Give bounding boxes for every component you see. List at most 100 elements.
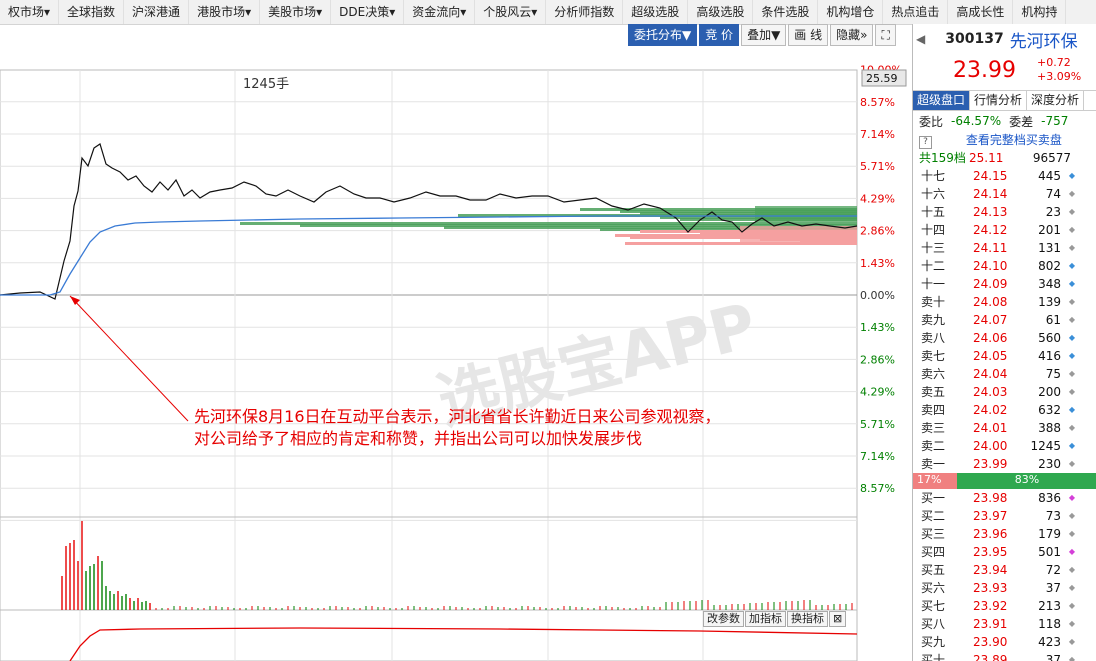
level-price: 24.12 (973, 223, 1008, 237)
tab-market-analysis[interactable]: 行情分析 (970, 91, 1028, 110)
edit-params-button[interactable]: 改参数 (703, 611, 744, 627)
nav-item[interactable]: 机构持 (1013, 0, 1067, 24)
level-label: 买十 (921, 653, 946, 661)
level-price: 23.92 (973, 599, 1008, 613)
level-dot-icon: ◆ (1068, 387, 1075, 396)
indicator-line (69, 627, 858, 661)
nav-item[interactable]: 超级选股 (623, 0, 689, 24)
level-price: 24.15 (973, 169, 1008, 183)
price-line (0, 143, 858, 300)
bid-list: 买一 23.98 836 ◆ 买二 23.97 73 ◆ 买三 23.96 179 ◆ 买四 23.95 5… (913, 489, 1096, 661)
level-dot-icon: ◆ (1068, 493, 1075, 502)
nav-item[interactable]: 港股市场▾ (189, 0, 261, 24)
level-volume: 139 (1038, 295, 1061, 309)
level-price: 23.98 (973, 491, 1008, 505)
level-price: 23.94 (973, 563, 1008, 577)
level-label: 卖四 (921, 403, 946, 417)
fullscreen-icon[interactable]: ⛶ (875, 24, 896, 46)
level-label: 买二 (921, 509, 946, 523)
level-price: 24.04 (973, 367, 1008, 381)
price-row: 23.99 +0.72 +3.09% (913, 54, 1096, 90)
nav-item[interactable]: 沪深港通 (124, 0, 190, 24)
orderbook-row: 卖九 24.07 61 ◆ (913, 311, 1096, 329)
orderbook-row: 卖六 24.04 75 ◆ (913, 365, 1096, 383)
level-price: 23.96 (973, 527, 1008, 541)
nav-item[interactable]: 个股风云▾ (475, 0, 547, 24)
nav-item[interactable]: 分析师指数 (546, 0, 624, 24)
level-label: 十四 (921, 223, 946, 237)
order-ratio-row: 委比 -64.57% 委差 -757 (913, 111, 1096, 131)
level-price: 23.95 (973, 545, 1008, 559)
level-price: 23.90 (973, 635, 1008, 649)
level-dot-icon: ◆ (1068, 225, 1075, 234)
level-price: 23.89 (973, 653, 1008, 661)
level-label: 卖六 (921, 367, 946, 381)
level-volume: 632 (1038, 403, 1061, 417)
y-axis-label: 8.57% (860, 482, 895, 495)
y-axis-label: 4.29% (860, 386, 895, 399)
level-dot-icon: ◆ (1068, 171, 1075, 180)
wc-label: 委差 (1009, 114, 1034, 129)
level-dot-icon: ◆ (1068, 333, 1075, 342)
tab-depth-analysis[interactable]: 深度分析 (1027, 91, 1085, 110)
collapse-arrow-icon[interactable]: ◀ (916, 32, 925, 46)
order-distribution-button[interactable]: 委托分布▼ (628, 24, 698, 46)
total-levels-volume: 96577 (1032, 151, 1071, 165)
change-indicator-button[interactable]: 换指标 (787, 611, 828, 627)
draw-line-button[interactable]: 画 线 (788, 24, 829, 46)
level-dot-icon: ◆ (1068, 459, 1075, 468)
annotation-line-2: 对公司给予了相应的肯定和称赞，并指出公司可以加快发展步伐 (194, 429, 642, 448)
y-axis-label: 2.86% (860, 225, 895, 238)
help-icon[interactable]: ? (919, 136, 932, 149)
orderbook-row: 买一 23.98 836 ◆ (913, 489, 1096, 507)
level-dot-icon: ◆ (1068, 423, 1075, 432)
full-orderbook-link[interactable]: 查看完整档买卖盘 (966, 133, 1062, 147)
level-label: 十三 (921, 241, 946, 255)
level-dot-icon: ◆ (1068, 655, 1075, 661)
level-volume: 230 (1038, 457, 1061, 471)
nav-item[interactable]: 高级选股 (688, 0, 754, 24)
level-volume: 74 (1045, 187, 1061, 201)
nav-item[interactable]: 机构增仓 (818, 0, 884, 24)
auction-button[interactable]: 竞 价 (699, 24, 740, 46)
add-indicator-button[interactable]: 加指标 (745, 611, 786, 627)
level-dot-icon: ◆ (1068, 565, 1075, 574)
overlay-button[interactable]: 叠加▼ (741, 24, 787, 46)
tab-super-quote[interactable]: 超级盘口 (913, 91, 971, 110)
close-icon[interactable]: ⊠ (829, 611, 847, 627)
last-price: 23.99 (953, 58, 1016, 83)
intraday-chart[interactable]: 选股宝APP 10.00%8.57%7.14%5.71%4.29%2.86%1.… (0, 46, 912, 661)
ratio-sell: 17% (913, 473, 957, 489)
level-volume: 179 (1038, 527, 1061, 541)
nav-item[interactable]: 美股市场▾ (260, 0, 332, 24)
nav-item[interactable]: 条件选股 (753, 0, 819, 24)
level-label: 卖八 (921, 331, 946, 345)
orderbook-row: 卖七 24.05 416 ◆ (913, 347, 1096, 365)
orderbook-row: 卖一 23.99 230 ◆ (913, 455, 1096, 473)
level-dot-icon: ◆ (1068, 529, 1075, 538)
level-label: 买一 (921, 491, 946, 505)
change-value: +0.72 (1037, 56, 1071, 69)
level-dot-icon: ◆ (1068, 207, 1075, 216)
level-volume: 445 (1038, 169, 1061, 183)
wb-label: 委比 (919, 114, 944, 129)
quote-tabs: 超级盘口 行情分析 深度分析 (913, 90, 1096, 111)
orderbook-row: 买三 23.96 179 ◆ (913, 525, 1096, 543)
nav-item[interactable]: 资金流向▾ (404, 0, 476, 24)
level-volume: 37 (1045, 581, 1061, 595)
orderbook-row: 卖五 24.03 200 ◆ (913, 383, 1096, 401)
level-dot-icon: ◆ (1068, 441, 1075, 450)
level-dot-icon: ◆ (1068, 405, 1075, 414)
nav-item[interactable]: 权市场▾ (0, 0, 60, 24)
nav-item[interactable]: 全球指数 (59, 0, 125, 24)
orderbook-row: 十三 24.11 131 ◆ (913, 239, 1096, 257)
nav-item[interactable]: 高成长性 (948, 0, 1014, 24)
orderbook-row: 十五 24.13 23 ◆ (913, 203, 1096, 221)
price-tag: 25.59 (866, 72, 898, 85)
level-dot-icon: ◆ (1068, 351, 1075, 360)
hide-button[interactable]: 隐藏» (830, 24, 874, 46)
annotation-arrow-line (69, 295, 189, 422)
nav-item[interactable]: 热点追击 (883, 0, 949, 24)
level-dot-icon: ◆ (1068, 619, 1075, 628)
nav-item[interactable]: DDE决策▾ (331, 0, 405, 24)
